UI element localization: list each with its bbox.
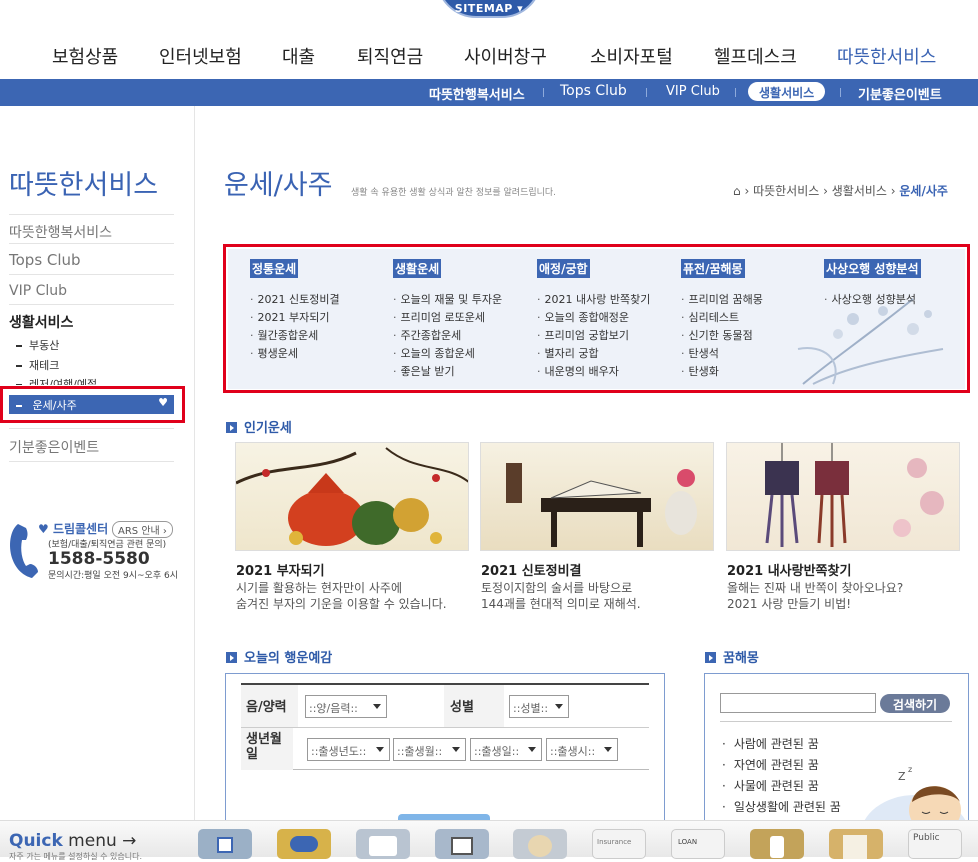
dream-link[interactable]: 일상생활에 관련된 꿈 (722, 797, 841, 818)
birth-hour-select[interactable]: ::출생시:: (546, 738, 618, 761)
lnb-divider (9, 214, 174, 215)
arrow-box-icon (705, 652, 716, 663)
lucky-bag-illustration (236, 447, 468, 546)
quick-icon-sleep[interactable] (513, 829, 567, 859)
card-desc: 올해는 진짜 내 반쪽이 찾아오나요? 2021 사랑 만들기 비법! (727, 581, 904, 611)
quick-icon-chat[interactable] (277, 829, 331, 859)
ars-button[interactable]: ARS 안내 › (112, 521, 173, 538)
fortune-form: 음/양력 ::양/음력:: 성별 ::성별:: 생년월일 ::출생년도:: ::… (241, 683, 649, 770)
gnb-item-insurance[interactable]: 보험상품 (52, 43, 118, 69)
quick-icon-document[interactable] (198, 829, 252, 859)
breadcrumb-item[interactable]: 생활서비스 (832, 184, 887, 198)
birth-month-select[interactable]: ::출생월:: (393, 738, 466, 761)
subnav-event[interactable]: 기분좋은이벤트 (858, 84, 942, 103)
gnb-item-consumer-portal[interactable]: 소비자포털 (590, 43, 673, 69)
quick-icon-phone[interactable] (750, 829, 804, 859)
norigae-illustration (765, 443, 944, 547)
card-image-love[interactable] (726, 442, 960, 551)
subnav-divider (840, 88, 841, 97)
lnb-divider (9, 304, 174, 305)
subnav-happy-service[interactable]: 따뜻한행복서비스 (429, 84, 525, 103)
row-divider (241, 727, 649, 728)
birth-day-select[interactable]: ::출생일:: (470, 738, 542, 761)
subnav-divider (735, 88, 736, 97)
card-desc: 토정이지함의 술서를 바탕으로 144괘를 현대적 의미로 재해석. (481, 581, 641, 611)
left-divider (194, 106, 195, 857)
gnb-item-loan[interactable]: 대출 (282, 43, 315, 69)
arrow-box-icon (226, 652, 237, 663)
home-icon[interactable]: ⌂ (733, 184, 741, 198)
arrow-box-icon (226, 422, 237, 433)
subnav-divider (543, 88, 544, 97)
callcenter-title: ♥ 드림콜센터 (38, 522, 109, 536)
gnb-item-internet-insurance[interactable]: 인터넷보험 (159, 43, 242, 69)
callcenter-hours: 문의시간:평일 오전 9시~오후 6시 (48, 571, 178, 581)
breadcrumb-current: 운세/사주 (899, 184, 948, 198)
dream-link[interactable]: 사물에 관련된 꿈 (722, 776, 841, 797)
sub-nav: 따뜻한행복서비스 Tops Club VIP Club 생활서비스 기분좋은이벤… (0, 79, 978, 106)
quick-icon-public[interactable]: Public (908, 829, 962, 859)
subnav-tops-club[interactable]: Tops Club (560, 83, 627, 99)
gnb-item-helpdesk[interactable]: 헬프데스크 (714, 43, 797, 69)
dream-link[interactable]: 자연에 관련된 꿈 (722, 755, 841, 776)
gnb-item-cyber-center[interactable]: 사이버창구 (464, 43, 547, 69)
svg-text:Z: Z (898, 770, 906, 783)
lnb-item-tops-club[interactable]: Tops Club (9, 251, 81, 269)
quick-icon-insurance[interactable]: Insurance (592, 829, 646, 859)
callcenter-number: 1588-5580 (48, 549, 150, 569)
highlight-box-categories (223, 244, 970, 393)
gnb-item-pension[interactable]: 퇴직연금 (357, 43, 423, 69)
lnb-sub-finance[interactable]: 재테크 (16, 357, 59, 373)
subnav-life-service[interactable]: 생활서비스 (748, 82, 826, 101)
lnb-divider (9, 243, 174, 244)
quick-menu-title: Quick menu → (9, 831, 137, 851)
card-image-tojeong[interactable] (480, 442, 714, 551)
lnb-sub-real-estate[interactable]: 부동산 (16, 337, 59, 353)
svg-text:z: z (908, 765, 912, 774)
sitemap-button[interactable]: SITEMAP ▾ (436, 0, 542, 18)
card-image-rich[interactable] (235, 442, 469, 551)
subnav-divider (646, 88, 647, 97)
main-nav: 보험상품 인터넷보험 대출 퇴직연금 사이버창구 소비자포털 헬프데스크 따뜻한… (0, 43, 978, 75)
birth-label: 생년월일 (241, 728, 293, 770)
lnb-item-happy-service[interactable]: 따뜻한행복서비스 (9, 222, 112, 242)
breadcrumb-item[interactable]: 따뜻한서비스 (753, 184, 819, 198)
quick-icon-form[interactable] (356, 829, 410, 859)
lnb-item-vip-club[interactable]: VIP Club (9, 283, 67, 299)
card-title[interactable]: 2021 부자되기 (236, 560, 325, 579)
quick-icon-loan[interactable]: LOAN (671, 829, 725, 859)
book-table-illustration (506, 463, 697, 547)
dream-search-input[interactable] (720, 693, 876, 713)
gender-select[interactable]: ::성별:: (509, 695, 569, 718)
highlight-box-lnb (0, 386, 185, 423)
gnb-item-warm-service[interactable]: 따뜻한서비스 (837, 43, 936, 69)
lunar-label: 음/양력 (241, 685, 298, 727)
quick-icon-card[interactable] (435, 829, 489, 859)
lnb-divider (9, 461, 174, 462)
dream-link[interactable]: 사람에 관련된 꿈 (722, 734, 841, 755)
card-title[interactable]: 2021 내사랑반쪽찾기 (727, 560, 851, 579)
section-title-popular: 인기운세 (226, 417, 292, 436)
lnb-divider (9, 274, 174, 275)
page-title: 운세/사주 (224, 170, 333, 201)
gender-label: 성별 (444, 685, 504, 727)
page-desc: 생활 속 유용한 생활 상식과 알찬 정보를 알려드립니다. (351, 188, 557, 198)
birth-year-select[interactable]: ::출생년도:: (307, 738, 390, 761)
dream-search-button[interactable]: 검색하기 (880, 694, 950, 713)
subnav-vip-club[interactable]: VIP Club (666, 84, 720, 99)
lnb-divider (9, 428, 174, 429)
card-title[interactable]: 2021 신토정비결 (481, 560, 582, 579)
quick-icon-memo[interactable] (829, 829, 883, 859)
section-title-dream: 꿈해몽 (705, 647, 759, 666)
lnb-sub-leisure[interactable]: 레저/여행/예절 (16, 376, 97, 385)
section-title-fortune: 오늘의 행운예감 (226, 647, 332, 666)
dream-divider (720, 721, 952, 722)
lnb-title: 따뜻한서비스 (9, 170, 159, 201)
dream-list: 사람에 관련된 꿈 자연에 관련된 꿈 사물에 관련된 꿈 일상생활에 관련된 … (722, 734, 841, 818)
lnb-item-life-service[interactable]: 생활서비스 (9, 312, 73, 332)
card-desc: 시기를 활용하는 현자만이 사주에 숨겨진 부자의 기운을 이용할 수 있습니다. (236, 581, 447, 611)
lunar-select[interactable]: ::양/음력:: (305, 695, 387, 718)
lnb-item-event[interactable]: 기분좋은이벤트 (9, 437, 99, 457)
breadcrumb: ⌂ › 따뜻한서비스 › 생활서비스 › 운세/사주 (733, 184, 948, 198)
